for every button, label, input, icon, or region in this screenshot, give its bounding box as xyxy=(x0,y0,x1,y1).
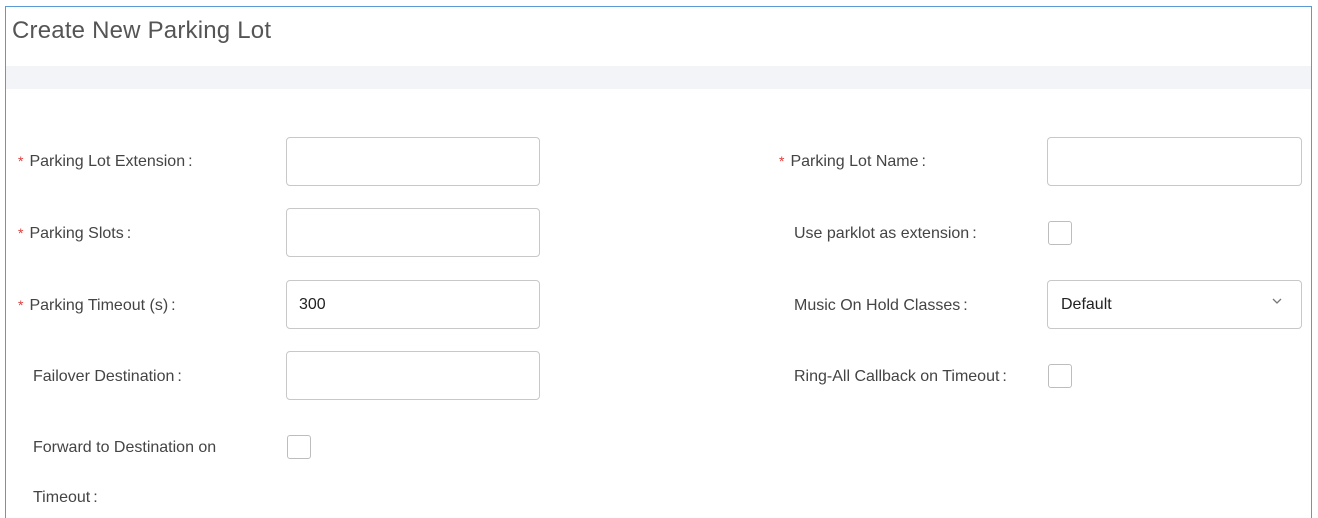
ring-all-callback-label: Ring-All Callback on Timeout: xyxy=(794,368,1007,385)
ring-all-callback-checkbox[interactable] xyxy=(1048,364,1072,388)
parking-slots-label: * Parking Slots: xyxy=(18,225,132,242)
forward-to-destination-label-line1: Forward to Destination on xyxy=(33,439,217,456)
parking-timeout-input[interactable] xyxy=(286,280,540,329)
required-mark: * xyxy=(18,153,24,169)
use-parklot-as-extension-label: Use parklot as extension: xyxy=(794,225,977,242)
parking-lot-extension-input[interactable] xyxy=(286,137,540,186)
failover-destination-label: Failover Destination: xyxy=(33,368,182,385)
parking-lot-name-label: * Parking Lot Name: xyxy=(779,153,926,170)
dialog-title: Create New Parking Lot xyxy=(12,17,272,44)
music-on-hold-selected-value: Default xyxy=(1061,296,1112,313)
required-mark: * xyxy=(779,153,785,169)
music-on-hold-classes-select[interactable]: Default xyxy=(1047,280,1302,329)
dialog-header: Create New Parking Lot xyxy=(6,7,1311,66)
header-divider-band xyxy=(6,66,1311,89)
forward-to-destination-label-line2: Timeout: xyxy=(33,489,98,506)
forward-to-destination-checkbox[interactable] xyxy=(287,435,311,459)
required-mark: * xyxy=(18,297,24,313)
parking-timeout-label: * Parking Timeout (s): xyxy=(18,297,176,314)
parking-lot-name-input[interactable] xyxy=(1047,137,1302,186)
parking-lot-extension-label: * Parking Lot Extension: xyxy=(18,153,193,170)
use-parklot-as-extension-checkbox[interactable] xyxy=(1048,221,1072,245)
chevron-down-icon xyxy=(1272,298,1282,304)
failover-destination-input[interactable] xyxy=(286,351,540,400)
music-on-hold-classes-label: Music On Hold Classes: xyxy=(794,297,968,314)
parking-lot-dialog: Create New Parking Lot * Parking Lot Exte… xyxy=(5,6,1312,518)
parking-slots-input[interactable] xyxy=(286,208,540,257)
required-mark: * xyxy=(18,225,24,241)
